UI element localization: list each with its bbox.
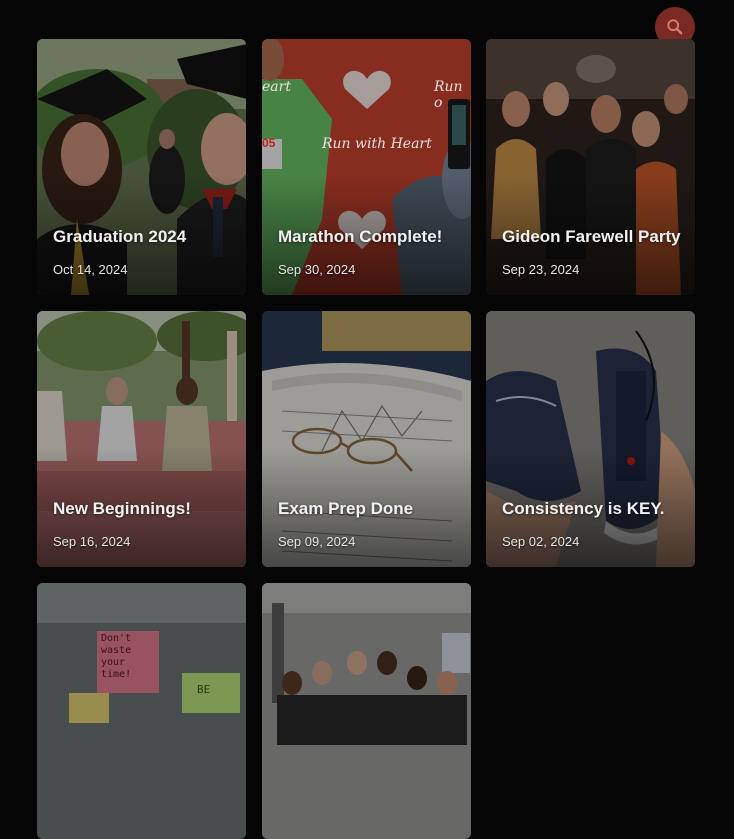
memory-card-consistency[interactable]: Consistency is KEY. Sep 02, 2024 [486, 311, 695, 567]
search-icon [667, 19, 683, 35]
card-overlay [262, 583, 471, 839]
memory-card-new-beginnings[interactable]: New Beginnings! Sep 16, 2024 [37, 311, 246, 567]
card-overlay [37, 583, 246, 839]
memory-card-team[interactable] [262, 583, 471, 839]
memory-card-exam-prep[interactable]: Exam Prep Done Sep 09, 2024 [262, 311, 471, 567]
memory-card-farewell-party[interactable]: Gideon Farewell Party Sep 23, 2024 [486, 39, 695, 295]
card-date: Sep 16, 2024 [53, 534, 131, 549]
card-title: New Beginnings! [53, 499, 191, 518]
card-title: Marathon Complete! [278, 227, 443, 246]
memory-card-graduation[interactable]: Graduation 2024 Oct 14, 2024 [37, 39, 246, 295]
card-date: Sep 23, 2024 [502, 262, 580, 277]
banner-text: eart [262, 79, 291, 95]
sticky-note-text: BE [197, 683, 211, 696]
banner-text: Run with Heart [322, 136, 432, 152]
sticky-note-text: Don't waste your time! [101, 633, 132, 680]
card-title: Graduation 2024 [53, 227, 187, 246]
card-title: Exam Prep Done [278, 499, 414, 518]
card-title: Gideon Farewell Party [502, 227, 681, 246]
card-date: Sep 02, 2024 [502, 534, 580, 549]
memory-card-marathon[interactable]: Run with Heart eart Run o 05 Marathon Co… [262, 39, 471, 295]
banner-text: Run o [434, 79, 463, 111]
card-date: Sep 30, 2024 [278, 262, 356, 277]
memory-card-sticky-notes[interactable]: Don't waste your time! BE [37, 583, 246, 839]
card-date: Oct 14, 2024 [53, 262, 128, 277]
race-bib: 05 [262, 136, 276, 150]
card-date: Sep 09, 2024 [278, 534, 356, 549]
card-title: Consistency is KEY. [502, 499, 665, 518]
